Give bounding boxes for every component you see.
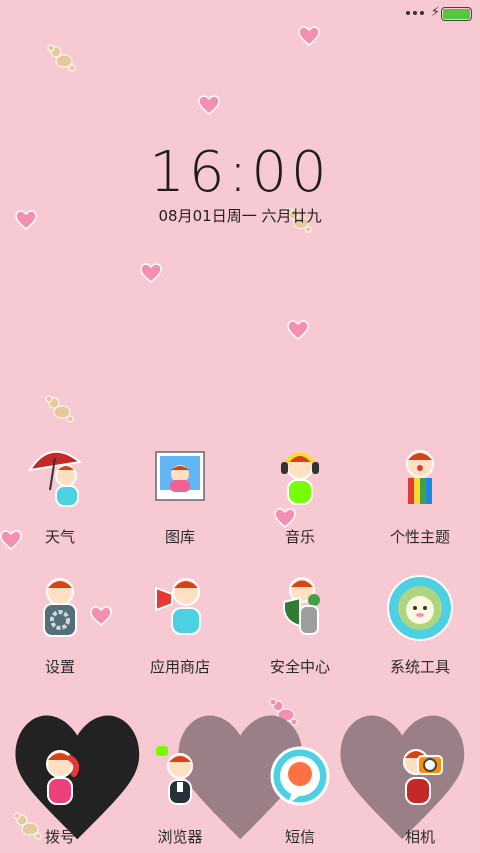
heart-icon [298, 26, 320, 46]
status-bar: ⚡ [0, 0, 480, 28]
app-label: 浏览器 [157, 828, 203, 846]
clock-date[interactable]: 08月01日周一 六月廿九 [0, 205, 480, 226]
teddy-bear-icon [47, 44, 76, 72]
app-store[interactable]: 应用商店 [120, 570, 240, 677]
heart-icon [198, 95, 220, 115]
theme-rainbow-icon [406, 450, 434, 504]
app-label: 应用商店 [149, 658, 210, 676]
app-grid-row-1: 天气 图库 音乐 个性主题 [0, 440, 480, 547]
charging-bolt-icon: ⚡ [430, 5, 440, 20]
music-headphones-icon [281, 452, 319, 505]
phone-dialer-icon [46, 750, 80, 805]
heart-icon [287, 320, 309, 340]
signal-dots-icon [406, 11, 424, 15]
app-label: 拨号 [44, 828, 75, 846]
app-security[interactable]: 安全中心 [240, 570, 360, 677]
app-label: 相机 [404, 828, 435, 846]
security-shield-icon [283, 577, 320, 635]
app-label: 短信 [284, 828, 315, 846]
app-system-tools[interactable]: 系统工具 [360, 570, 480, 677]
app-label: 个性主题 [389, 528, 450, 546]
app-gallery[interactable]: 图库 [120, 440, 240, 547]
messages-bubble-icon [270, 746, 330, 806]
app-label: 系统工具 [389, 658, 450, 676]
camera-icon [403, 749, 443, 805]
heart-icon [140, 263, 162, 283]
teddy-bear-icon [45, 395, 74, 423]
app-label: 安全中心 [269, 658, 330, 676]
app-weather[interactable]: 天气 [0, 440, 120, 547]
app-label: 图库 [164, 528, 195, 546]
clock-time[interactable]: 16:00 [0, 140, 480, 205]
app-settings[interactable]: 设置 [0, 570, 120, 677]
weather-umbrella-icon [27, 450, 83, 507]
app-browser[interactable]: 浏览器 [120, 740, 240, 847]
battery-icon [441, 7, 472, 21]
browser-icon [156, 746, 193, 805]
app-label: 音乐 [284, 528, 315, 546]
app-messages[interactable]: 短信 [240, 740, 360, 847]
dock: 拨号 浏览器 短信 相机 [0, 740, 480, 847]
settings-gear-icon [43, 578, 77, 637]
app-label: 设置 [44, 658, 75, 676]
app-music[interactable]: 音乐 [240, 440, 360, 547]
system-tools-sheep-icon [387, 575, 453, 641]
app-themes[interactable]: 个性主题 [360, 440, 480, 547]
app-camera[interactable]: 相机 [360, 740, 480, 847]
app-store-megaphone-icon [155, 578, 201, 635]
gallery-photo-icon [155, 451, 205, 501]
app-grid-row-2: 设置 应用商店 安全中心 系统工具 [0, 570, 480, 677]
app-phone[interactable]: 拨号 [0, 740, 120, 847]
app-label: 天气 [44, 528, 75, 546]
